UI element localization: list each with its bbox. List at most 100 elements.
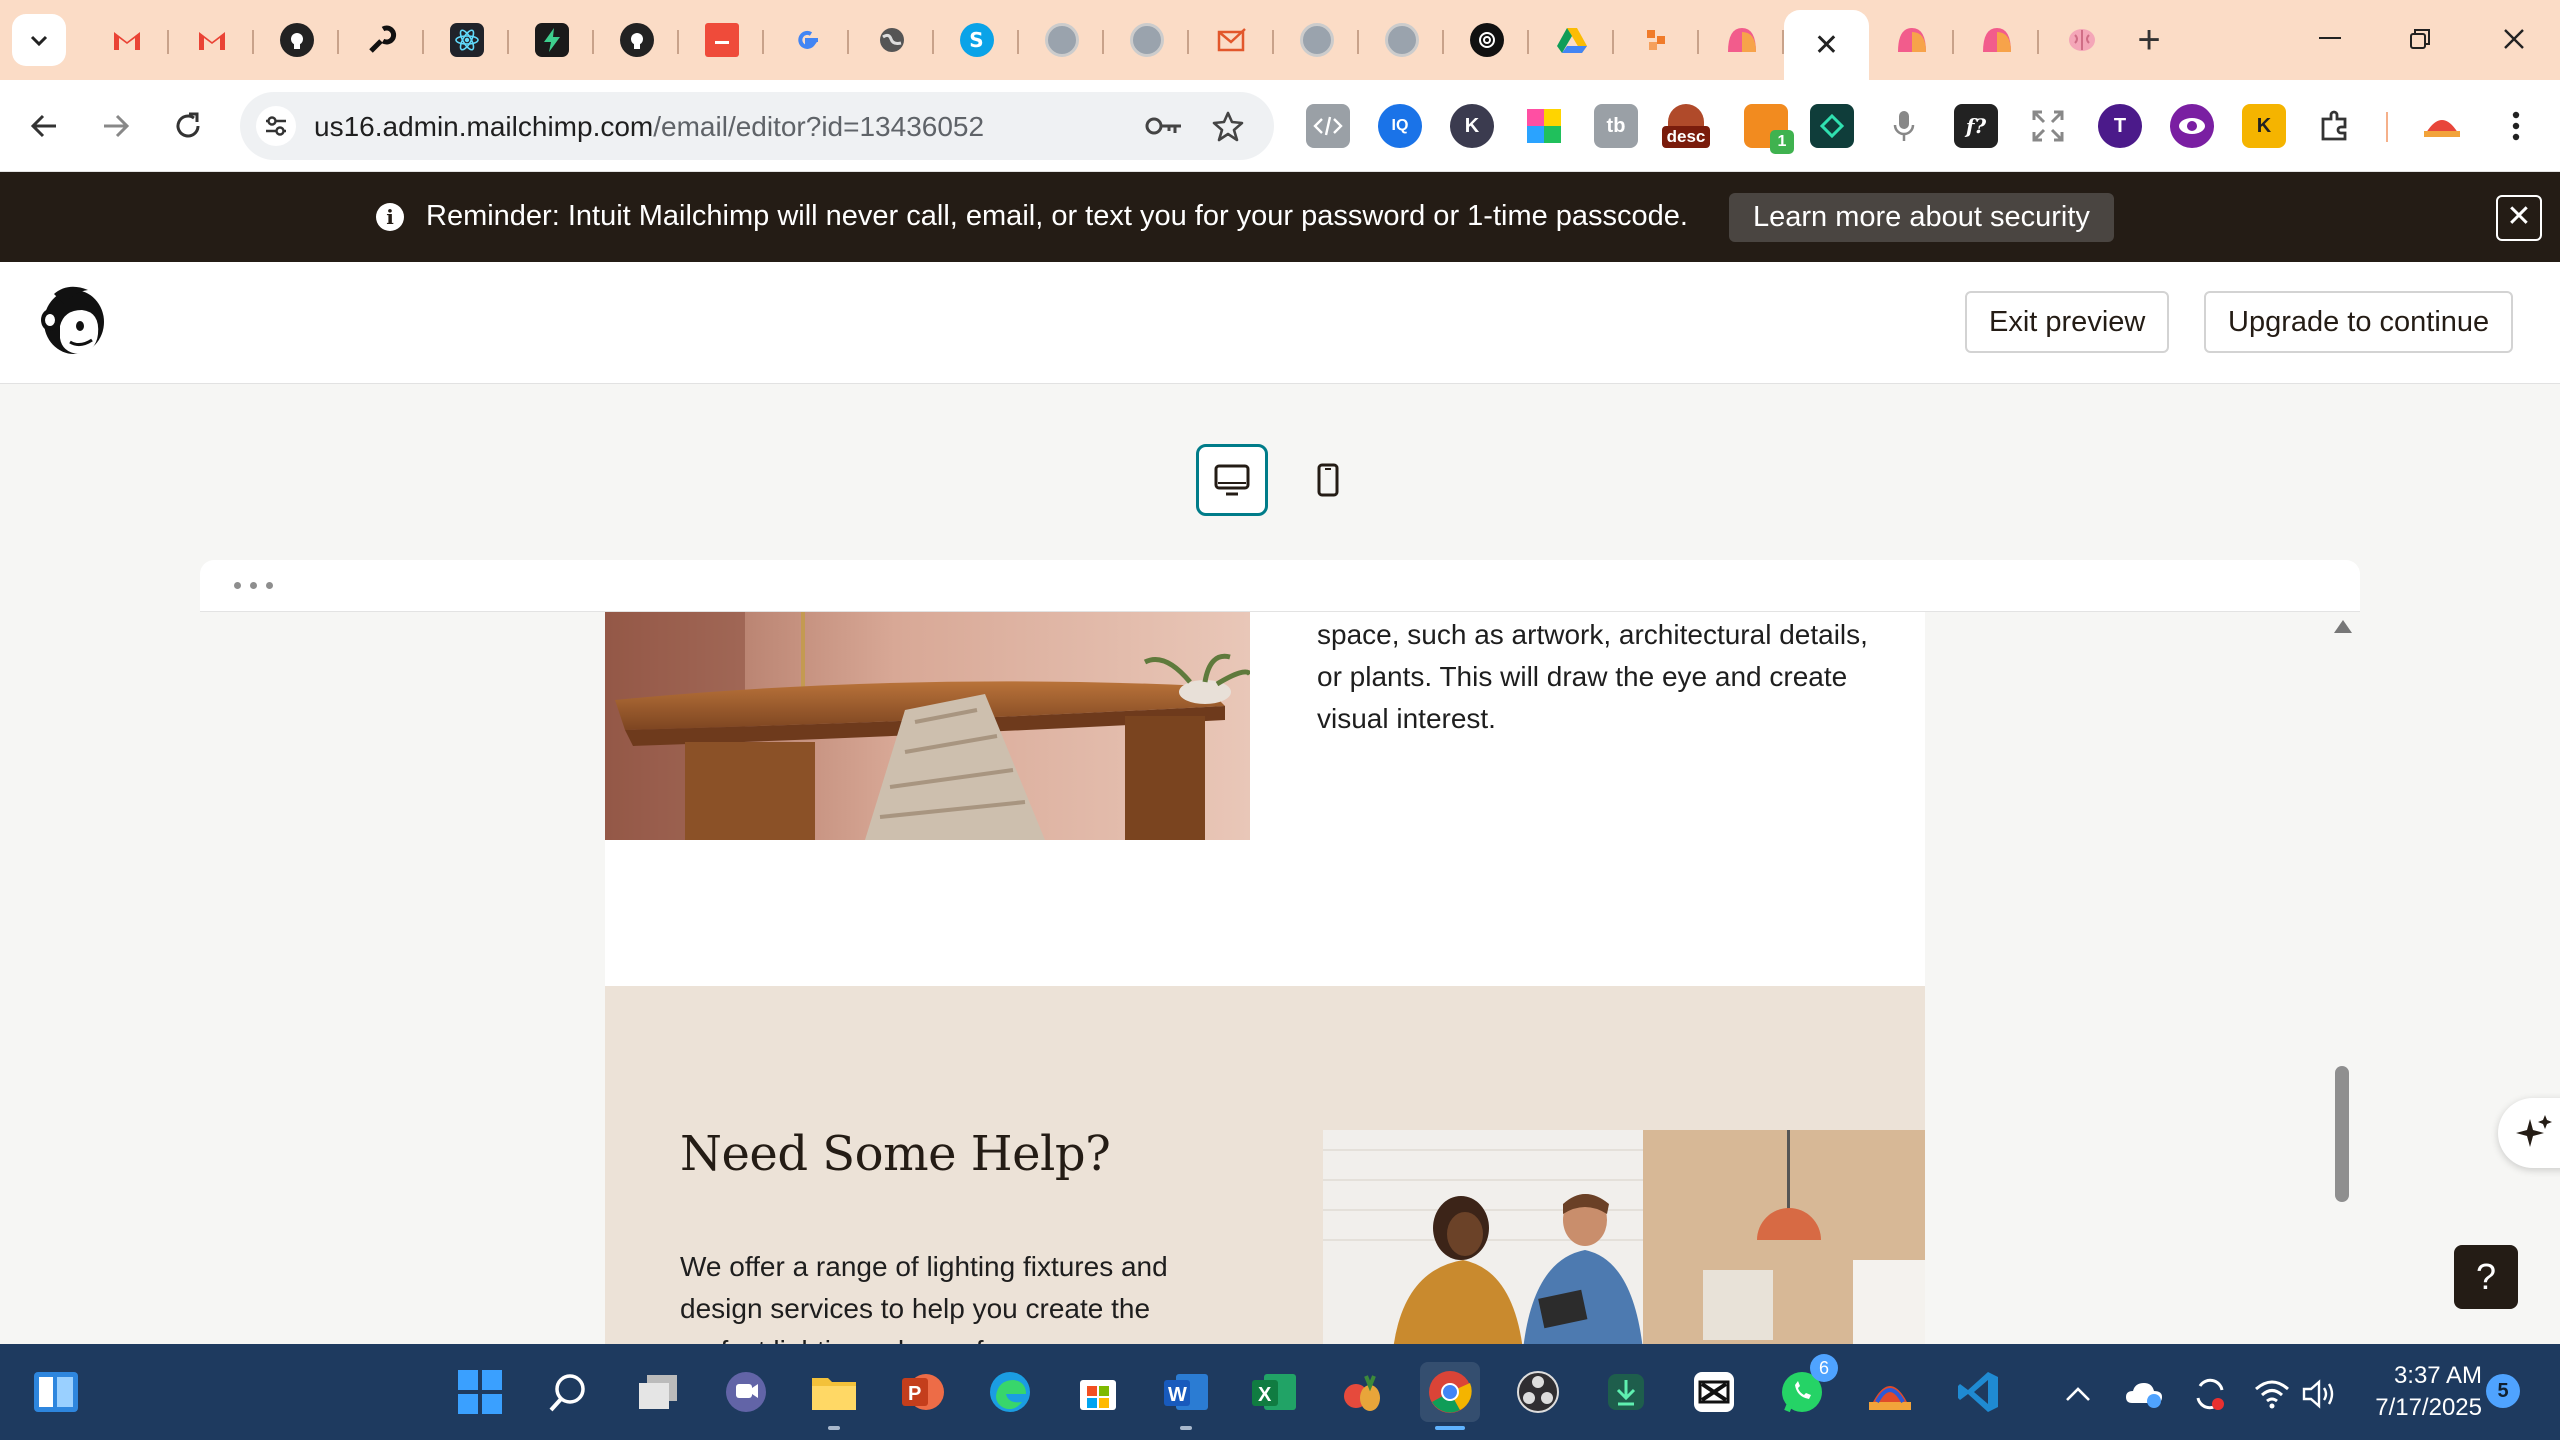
t-extension-icon[interactable]: T bbox=[2098, 104, 2142, 148]
tab-avatar-2[interactable] bbox=[1104, 10, 1189, 70]
avatar-icon bbox=[1044, 23, 1079, 57]
tab-dots-app[interactable] bbox=[1614, 10, 1699, 70]
diamond-extension-icon[interactable] bbox=[1810, 104, 1854, 148]
tab-tool[interactable] bbox=[339, 10, 424, 70]
teams-meet-icon[interactable] bbox=[716, 1362, 776, 1422]
desktop-view-button[interactable] bbox=[1196, 444, 1268, 516]
notification-badge[interactable]: 5 bbox=[2486, 1374, 2520, 1408]
volume-icon[interactable] bbox=[2300, 1374, 2340, 1414]
tab-mailchimp-active[interactable]: ✕ bbox=[1784, 10, 1869, 80]
widgets-icon[interactable] bbox=[26, 1362, 86, 1422]
tab-mail-chart[interactable] bbox=[1189, 10, 1274, 70]
exit-preview-button[interactable]: Exit preview bbox=[1965, 291, 2170, 353]
password-key-icon[interactable] bbox=[1144, 106, 1184, 146]
tab-github-2[interactable] bbox=[594, 10, 679, 70]
task-view-button[interactable] bbox=[628, 1362, 688, 1422]
start-button[interactable] bbox=[450, 1362, 510, 1422]
tab-drive[interactable] bbox=[1529, 10, 1614, 70]
tab-claude-3[interactable] bbox=[1954, 10, 2039, 70]
wifi-icon[interactable] bbox=[2252, 1374, 2292, 1414]
k-yellow-extension-icon[interactable]: K bbox=[2242, 104, 2286, 148]
puzzle-extensions-icon[interactable] bbox=[2314, 104, 2358, 148]
preview-scrollbar[interactable] bbox=[2330, 612, 2354, 1344]
tab-list: S ✕ bbox=[84, 10, 2124, 80]
more-options-icon[interactable] bbox=[234, 582, 273, 589]
tab-google[interactable] bbox=[764, 10, 849, 70]
capcut-icon[interactable] bbox=[1684, 1362, 1744, 1422]
powerpoint-icon[interactable]: P bbox=[892, 1362, 952, 1422]
tab-skype[interactable]: S bbox=[934, 10, 1019, 70]
tab-avatar-1[interactable] bbox=[1019, 10, 1104, 70]
tab-claude-2[interactable] bbox=[1869, 10, 1954, 70]
new-tab-button[interactable]: + bbox=[2124, 18, 2174, 62]
mailchimp-logo-icon[interactable] bbox=[34, 282, 114, 364]
tab-red-app[interactable] bbox=[679, 10, 764, 70]
restore-button[interactable] bbox=[2390, 14, 2450, 64]
close-window-button[interactable] bbox=[2484, 14, 2544, 64]
search-button[interactable] bbox=[538, 1362, 598, 1422]
download-app-icon[interactable] bbox=[1596, 1362, 1656, 1422]
chrome-icon[interactable] bbox=[1420, 1362, 1480, 1430]
orange-extension-icon[interactable]: 1 bbox=[1744, 104, 1794, 154]
code-extension-icon[interactable] bbox=[1306, 104, 1350, 148]
help-button[interactable]: ? bbox=[2454, 1245, 2518, 1309]
file-explorer-icon[interactable] bbox=[804, 1362, 864, 1430]
tab-bolt[interactable] bbox=[509, 10, 594, 70]
bookmark-star-icon[interactable] bbox=[1208, 106, 1248, 146]
iq-extension-icon[interactable]: IQ bbox=[1378, 104, 1422, 148]
k-extension-icon[interactable]: K bbox=[1450, 104, 1494, 148]
tab-claude-1[interactable] bbox=[1699, 10, 1784, 70]
tb-extension-icon[interactable]: tb bbox=[1594, 104, 1638, 148]
tab-github-1[interactable] bbox=[254, 10, 339, 70]
site-settings-icon[interactable] bbox=[256, 106, 296, 146]
word-icon[interactable]: W bbox=[1156, 1362, 1216, 1430]
mobile-icon bbox=[1317, 463, 1339, 497]
tab-gmail-1[interactable] bbox=[84, 10, 169, 70]
whatsapp-icon[interactable]: 6 bbox=[1772, 1354, 1838, 1422]
show-hidden-icons-chevron-icon[interactable] bbox=[2058, 1374, 2098, 1414]
chrome-menu-button[interactable] bbox=[2494, 104, 2538, 148]
tab-close-icon[interactable]: ✕ bbox=[1814, 28, 1839, 63]
tab-brain[interactable] bbox=[2039, 10, 2124, 70]
desc-extension-icon[interactable]: desc bbox=[1662, 104, 1710, 148]
ai-assistant-button[interactable] bbox=[2498, 1098, 2560, 1168]
color-grid-extension-icon[interactable] bbox=[1522, 104, 1566, 148]
upgrade-button[interactable]: Upgrade to continue bbox=[2204, 291, 2514, 353]
tab-gmail-2[interactable] bbox=[169, 10, 254, 70]
mobile-view-button[interactable] bbox=[1292, 444, 1364, 516]
pink-shape-icon bbox=[1980, 23, 2014, 57]
clock[interactable]: 3:37 AM 7/17/2025 bbox=[2362, 1360, 2482, 1424]
edge-icon[interactable] bbox=[980, 1362, 1040, 1422]
search-icon bbox=[549, 1374, 585, 1412]
eye-extension-icon[interactable] bbox=[2170, 104, 2214, 148]
scroll-thumb[interactable] bbox=[2335, 1066, 2349, 1202]
formula-extension-icon[interactable]: f? bbox=[1954, 104, 1998, 148]
microsoft-store-icon[interactable] bbox=[1068, 1362, 1128, 1422]
address-bar[interactable]: us16.admin.mailchimp.com/email/editor?id… bbox=[240, 92, 1274, 160]
minimize-button[interactable] bbox=[2300, 14, 2360, 64]
learn-more-security-button[interactable]: Learn more about security bbox=[1729, 193, 2114, 242]
tab-chatgpt[interactable] bbox=[1444, 10, 1529, 70]
vscode-icon[interactable] bbox=[1948, 1362, 2008, 1422]
tab-search-button[interactable] bbox=[12, 14, 66, 66]
email-preview[interactable]: Consider highlighting key features in yo… bbox=[605, 612, 1925, 1344]
excel-icon[interactable]: X bbox=[1244, 1362, 1304, 1422]
tab-avatar-4[interactable] bbox=[1359, 10, 1444, 70]
fruit-app-icon[interactable] bbox=[1332, 1362, 1392, 1422]
onedrive-icon[interactable] bbox=[2124, 1374, 2164, 1414]
microphone-extension-icon[interactable] bbox=[1882, 104, 1926, 148]
back-button[interactable] bbox=[18, 100, 70, 152]
vpn-app-icon[interactable] bbox=[1860, 1362, 1920, 1422]
expand-extension-icon[interactable] bbox=[2026, 104, 2070, 148]
tab-react[interactable] bbox=[424, 10, 509, 70]
url-text[interactable]: us16.admin.mailchimp.com/email/editor?id… bbox=[314, 111, 984, 143]
forward-button[interactable] bbox=[90, 100, 142, 152]
sync-icon[interactable] bbox=[2190, 1374, 2230, 1414]
tab-globe[interactable] bbox=[849, 10, 934, 70]
obs-icon[interactable] bbox=[1508, 1362, 1568, 1422]
profile-avatar[interactable] bbox=[2420, 104, 2464, 148]
tab-avatar-3[interactable] bbox=[1274, 10, 1359, 70]
reload-button[interactable] bbox=[162, 100, 214, 152]
banner-close-button[interactable]: ✕ bbox=[2496, 195, 2542, 241]
scroll-up-arrow-icon[interactable] bbox=[2334, 620, 2352, 633]
